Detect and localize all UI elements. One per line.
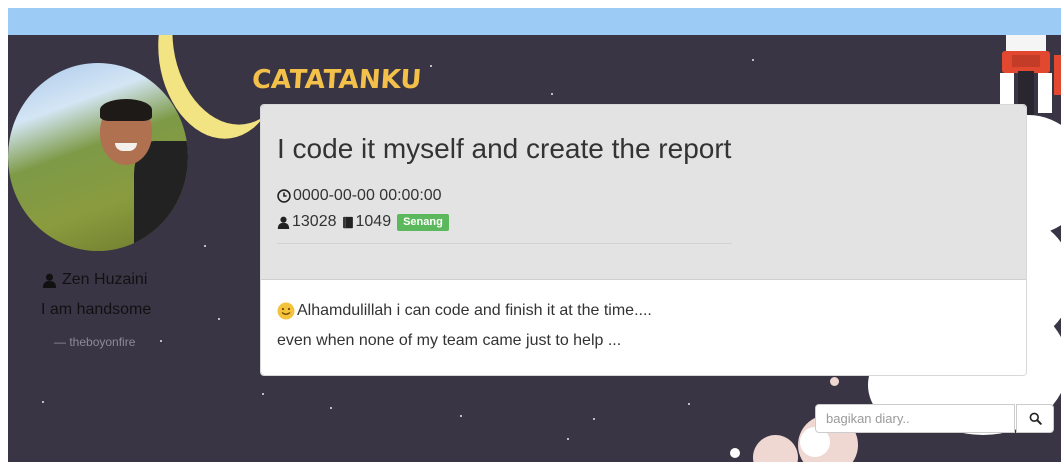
profile-bio: I am handsome	[41, 301, 152, 318]
top-bar	[8, 8, 1061, 35]
star	[42, 401, 44, 403]
user-icon	[42, 273, 57, 288]
star	[551, 93, 553, 95]
cloud	[753, 435, 798, 462]
profile-name: Zen Huzaini	[42, 271, 147, 289]
star	[160, 340, 162, 342]
diary-count: 1049	[355, 213, 392, 230]
cloud	[830, 377, 839, 386]
star	[593, 418, 595, 420]
book-icon	[342, 216, 353, 228]
avatar	[8, 63, 188, 251]
diary-card-header: I code it myself and create the report 0…	[261, 105, 1026, 280]
diary-title[interactable]: I code it myself and create the report	[277, 133, 1010, 165]
diary-datetime-text: 0000-00-00 00:00:00	[293, 187, 442, 204]
avatar-hair	[100, 99, 152, 121]
smile-emoji-icon	[277, 302, 295, 320]
search-input[interactable]	[815, 404, 1015, 433]
user-icon	[277, 216, 290, 229]
app-logo[interactable]: CATATANKU	[251, 65, 423, 95]
star	[218, 318, 220, 320]
diary-body-text-1: Alhamdulillah i can code and finish it a…	[297, 302, 652, 319]
cloud	[730, 448, 740, 458]
star	[330, 407, 332, 409]
star	[262, 393, 264, 395]
star	[460, 415, 462, 417]
star	[567, 438, 569, 440]
clock-icon	[277, 189, 291, 203]
diary-card-body: Alhamdulillah i can code and finish it a…	[261, 280, 1026, 375]
profile-name-text: Zen Huzaini	[62, 271, 148, 288]
night-sky-background: CATATANKU Zen Huzaini I am handsome — th…	[8, 35, 1061, 462]
diary-body-text-2: even when none of my team came just to h…	[277, 332, 622, 349]
star	[688, 403, 690, 405]
search-icon	[1029, 412, 1042, 425]
search-button[interactable]	[1016, 404, 1054, 433]
diary-card: I code it myself and create the report 0…	[260, 104, 1027, 376]
diary-views: 13028	[292, 213, 337, 230]
diary-body-line: even when none of my team came just to h…	[277, 332, 1010, 350]
star	[430, 65, 432, 67]
star	[752, 59, 754, 61]
star	[204, 245, 206, 247]
diary-datetime: 0000-00-00 00:00:00	[277, 187, 1010, 205]
divider	[277, 243, 732, 244]
diary-body-line: Alhamdulillah i can code and finish it a…	[277, 302, 1010, 320]
diary-stats: 13028 1049 Senang	[277, 213, 1010, 231]
mood-badge: Senang	[397, 213, 449, 231]
profile-handle: — theboyonfire	[54, 335, 136, 349]
